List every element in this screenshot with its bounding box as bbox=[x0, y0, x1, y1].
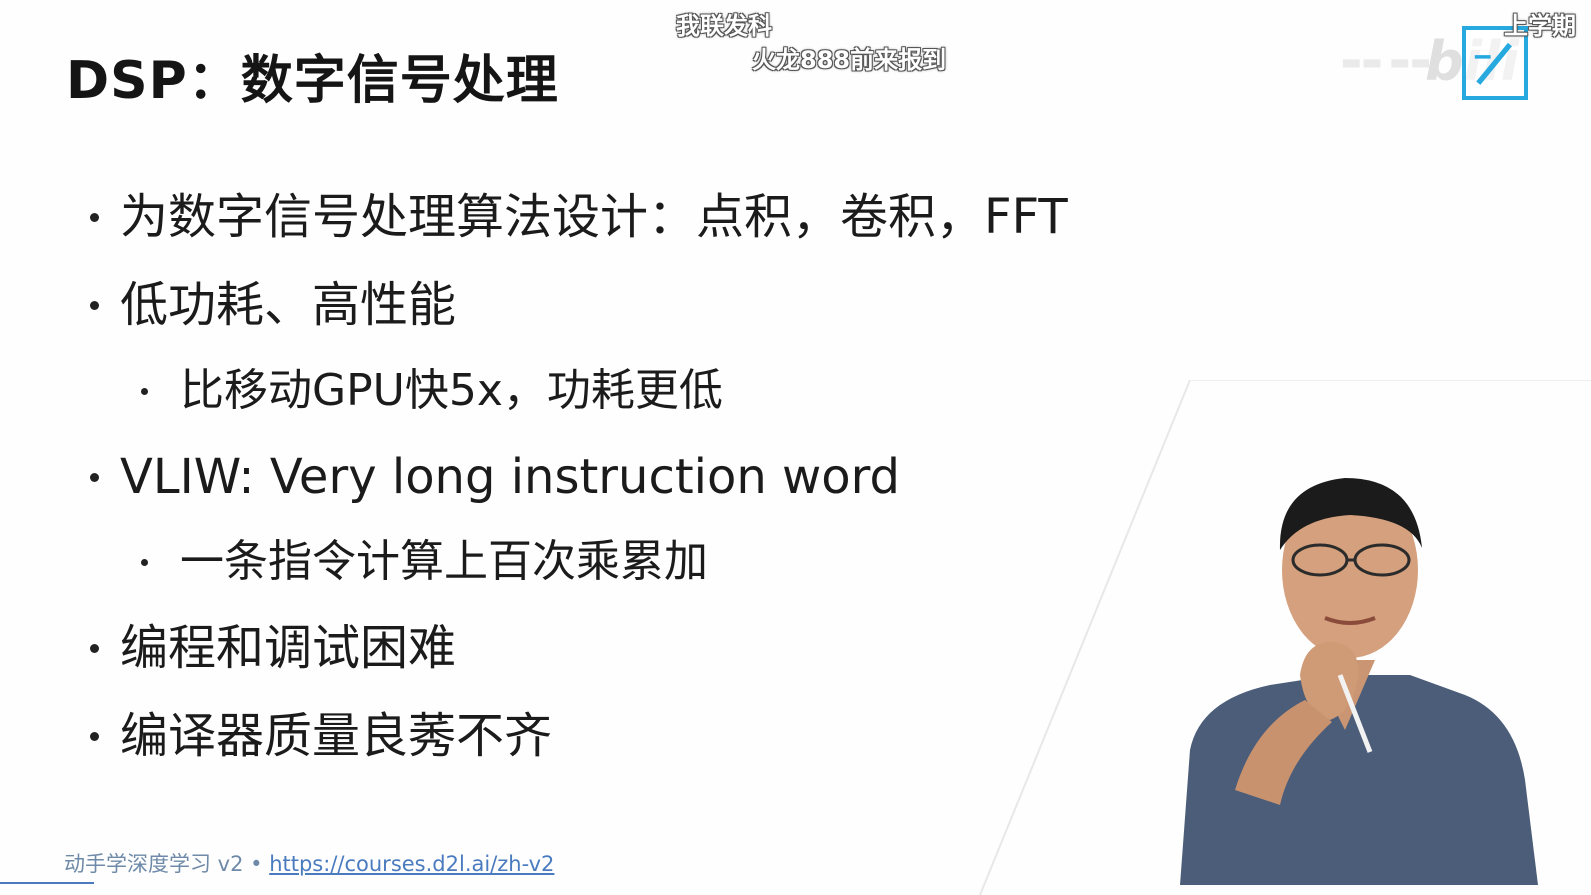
bullet-text: 一条指令计算上百次乘累加 bbox=[180, 536, 708, 587]
footer-rule bbox=[0, 882, 94, 884]
bullet-dot bbox=[141, 559, 148, 566]
bullet-dot bbox=[90, 301, 99, 310]
bullet-dsp-algorithms: 为数字信号处理算法设计：点积，卷积，FFT bbox=[90, 188, 1068, 246]
bullet-dot bbox=[90, 473, 99, 482]
bullet-text: 低功耗、高性能 bbox=[120, 277, 457, 333]
presenter-video bbox=[1180, 478, 1538, 885]
slide-footer: 动手学深度学习 v2 • https://courses.d2l.ai/zh-v… bbox=[64, 848, 554, 878]
bullet-low-power: 低功耗、高性能 bbox=[90, 276, 457, 334]
video-frame[interactable]: DSP：数字信号处理 为数字信号处理算法设计：点积，卷积，FFT 低功耗、高性能… bbox=[0, 0, 1591, 895]
bullet-compiler-quality: 编译器质量良莠不齐 bbox=[90, 707, 553, 765]
bullet-dot bbox=[141, 388, 148, 395]
danmaku-comment: 火龙888前来报到 bbox=[752, 46, 947, 74]
bullet-vliw: VLIW: Very long instruction word bbox=[90, 448, 901, 506]
bullet-text: 比移动GPU快5x，功耗更低 bbox=[180, 365, 723, 416]
footer-url-link[interactable]: https://courses.d2l.ai/zh-v2 bbox=[269, 852, 554, 876]
bullet-hard-to-program: 编程和调试困难 bbox=[90, 619, 457, 677]
bullet-text: 编程和调试困难 bbox=[120, 620, 457, 676]
slide-title: DSP：数字信号处理 bbox=[66, 51, 559, 111]
danmaku-comment: 上学期 bbox=[1504, 12, 1576, 40]
sub-bullet-faster-than-gpu: 比移动GPU快5x，功耗更低 bbox=[141, 364, 723, 418]
bullet-text: VLIW: Very long instruction word bbox=[120, 449, 901, 505]
bullet-dot bbox=[90, 213, 99, 222]
bullet-text: 编译器质量良莠不齐 bbox=[120, 708, 553, 764]
bullet-dot bbox=[90, 732, 99, 741]
danmaku-comment: 我联发科 bbox=[676, 12, 772, 40]
watermark-blur: ▬▬ ▬▬ bbox=[1340, 50, 1431, 75]
bullet-dot bbox=[90, 644, 99, 653]
footer-course: 动手学深度学习 v2 • bbox=[64, 852, 270, 876]
sub-bullet-multiply-accumulate: 一条指令计算上百次乘累加 bbox=[141, 535, 708, 589]
bullet-text: 为数字信号处理算法设计：点积，卷积，FFT bbox=[120, 189, 1068, 245]
